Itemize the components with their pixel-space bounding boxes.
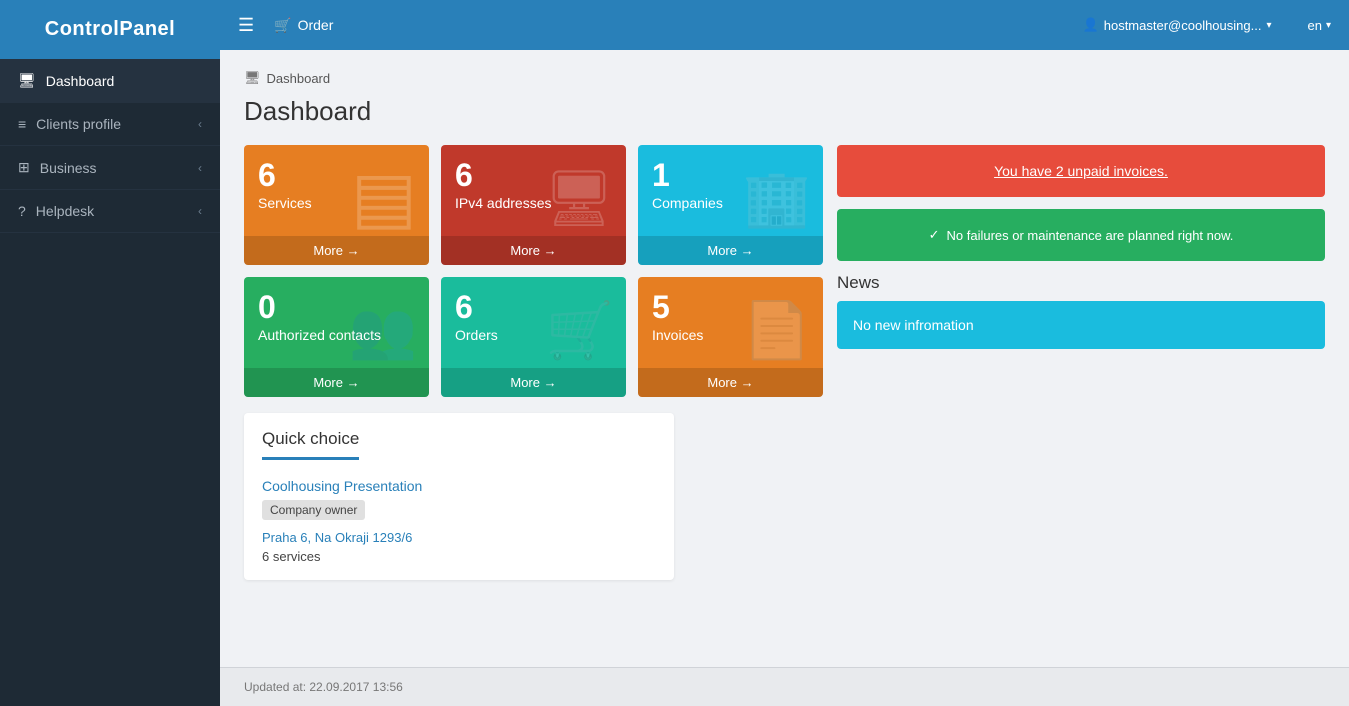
ipv4-label: IPv4 addresses	[455, 195, 612, 211]
services-more[interactable]: More →	[244, 236, 429, 265]
user-name: hostmaster@coolhousing...	[1104, 18, 1262, 33]
companies-count: 1	[652, 159, 809, 191]
news-content: No new infromation	[853, 317, 974, 333]
lang-label: en	[1308, 18, 1322, 33]
services-card[interactable]: 6 Services ▤ More →	[244, 145, 429, 265]
orders-more[interactable]: More →	[441, 368, 626, 397]
user-menu[interactable]: 👤 hostmaster@coolhousing... ▾	[1083, 17, 1272, 33]
unpaid-invoices-link[interactable]: You have 2 unpaid invoices.	[994, 163, 1168, 179]
page-title: Dashboard	[244, 96, 1325, 127]
business-icon: ⊞	[18, 159, 30, 176]
sidebar-item-clients-profile[interactable]: ≡ Clients profile ‹	[0, 103, 220, 146]
maintenance-text: No failures or maintenance are planned r…	[947, 228, 1234, 243]
auth-contacts-more[interactable]: More →	[244, 368, 429, 397]
updated-timestamp: Updated at: 22.09.2017 13:56	[244, 680, 403, 694]
sidebar-item-label: Clients profile	[36, 116, 121, 132]
cart-icon: 🛒	[274, 17, 291, 34]
maintenance-alert: ✓ No failures or maintenance are planned…	[837, 209, 1325, 261]
order-button[interactable]: 🛒 Order	[274, 17, 333, 34]
ipv4-card[interactable]: 6 IPv4 addresses 🖥 More →	[441, 145, 626, 265]
lang-caret-icon: ▾	[1326, 20, 1331, 31]
orders-card[interactable]: 6 Orders 🛒 More →	[441, 277, 626, 397]
app-logo: ControlPanel	[0, 0, 220, 59]
unpaid-invoices-alert[interactable]: You have 2 unpaid invoices.	[837, 145, 1325, 197]
breadcrumb: 🖥 Dashboard	[244, 70, 1325, 86]
invoices-more[interactable]: More →	[638, 368, 823, 397]
quick-choice-section: Quick choice Coolhousing Presentation Co…	[244, 413, 674, 580]
breadcrumb-icon: 🖥	[244, 70, 261, 86]
sidebar-item-label: Dashboard	[46, 73, 115, 89]
news-section: News No new infromation	[837, 273, 1325, 349]
page-content: 🖥 Dashboard Dashboard 6 Services ▤ More …	[220, 50, 1349, 667]
company-address: Praha 6, Na Okraji 1293/6	[262, 530, 656, 545]
user-caret-icon: ▾	[1266, 20, 1271, 31]
companies-more[interactable]: More →	[638, 236, 823, 265]
services-label: Services	[258, 195, 415, 211]
sidebar-item-helpdesk[interactable]: ? Helpdesk ‹	[0, 190, 220, 233]
company-services: 6 services	[262, 549, 656, 564]
companies-card[interactable]: 1 Companies 🏢 More →	[638, 145, 823, 265]
company-name[interactable]: Coolhousing Presentation	[262, 478, 656, 494]
check-icon: ✓	[929, 227, 940, 243]
quick-choice-title: Quick choice	[262, 429, 359, 460]
main-content: ☰ 🛒 Order 👤 hostmaster@coolhousing... ▾ …	[220, 0, 1349, 706]
topbar: ☰ 🛒 Order 👤 hostmaster@coolhousing... ▾ …	[220, 0, 1349, 50]
sidebar: ControlPanel 🖥 Dashboard ≡ Clients profi…	[0, 0, 220, 706]
auth-contacts-count: 0	[258, 291, 415, 323]
auth-contacts-card[interactable]: 0 Authorized contacts 👥 More →	[244, 277, 429, 397]
orders-count: 6	[455, 291, 612, 323]
chevron-icon: ‹	[198, 161, 202, 175]
companies-label: Companies	[652, 195, 809, 211]
order-label: Order	[298, 17, 334, 33]
ipv4-count: 6	[455, 159, 612, 191]
chevron-icon: ‹	[198, 204, 202, 218]
company-owner-badge: Company owner	[262, 500, 365, 520]
sidebar-item-label: Business	[40, 160, 97, 176]
quick-choice-card: Coolhousing Presentation Company owner P…	[262, 478, 656, 564]
sidebar-item-label: Helpdesk	[36, 203, 94, 219]
clients-profile-icon: ≡	[18, 116, 26, 132]
news-title: News	[837, 273, 1325, 293]
invoices-label: Invoices	[652, 327, 809, 343]
dashboard-icon: 🖥	[18, 72, 36, 89]
invoices-count: 5	[652, 291, 809, 323]
auth-contacts-label: Authorized contacts	[258, 327, 415, 343]
hamburger-icon[interactable]: ☰	[238, 15, 254, 36]
sidebar-item-dashboard[interactable]: 🖥 Dashboard	[0, 59, 220, 103]
language-selector[interactable]: en ▾	[1308, 18, 1332, 33]
breadcrumb-label: Dashboard	[267, 71, 331, 86]
footer: Updated at: 22.09.2017 13:56	[220, 667, 1349, 706]
invoices-card[interactable]: 5 Invoices 📄 More →	[638, 277, 823, 397]
helpdesk-icon: ?	[18, 203, 26, 219]
orders-label: Orders	[455, 327, 612, 343]
news-box: No new infromation	[837, 301, 1325, 349]
services-count: 6	[258, 159, 415, 191]
chevron-icon: ‹	[198, 117, 202, 131]
ipv4-more[interactable]: More →	[441, 236, 626, 265]
sidebar-item-business[interactable]: ⊞ Business ‹	[0, 146, 220, 190]
user-icon: 👤	[1083, 17, 1099, 33]
